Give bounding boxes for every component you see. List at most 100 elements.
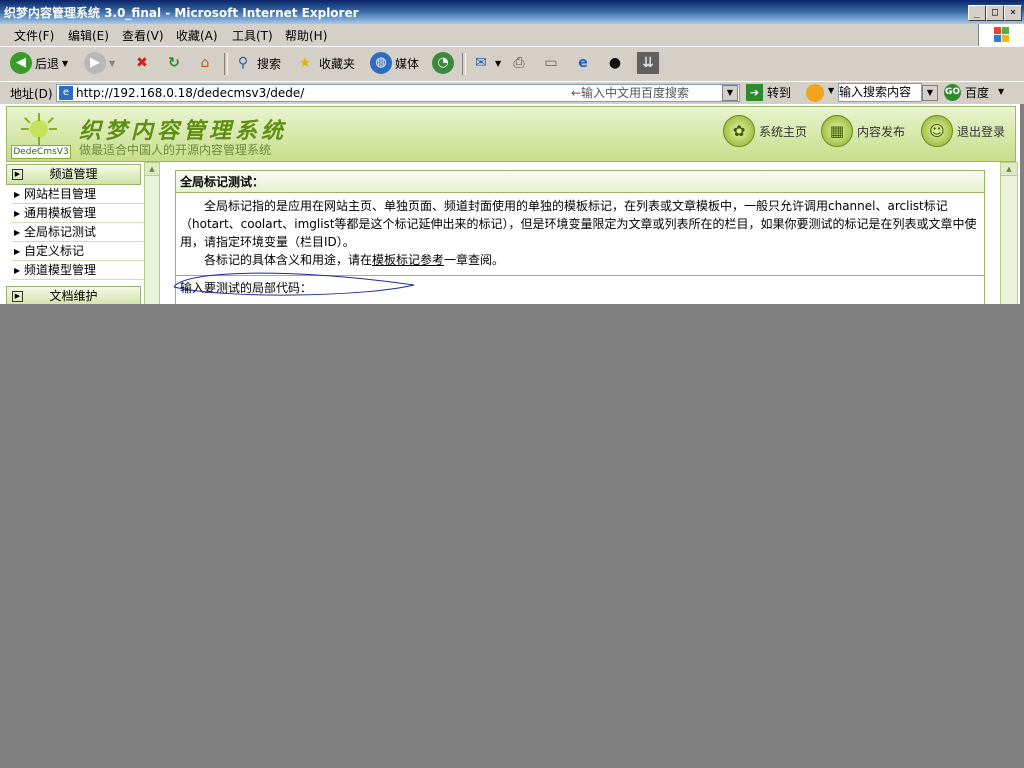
toolbar-separator [462, 53, 466, 75]
bullet-arrow-icon: ▶ [14, 266, 21, 275]
menu-tools[interactable]: 工具(T) [232, 27, 273, 44]
sidebar-item-column-manage[interactable]: ▶ 网站栏目管理 [12, 186, 148, 204]
close-button[interactable]: × [1004, 5, 1022, 21]
baidu-search-input[interactable]: 输入搜索内容 [838, 83, 922, 102]
stop-button[interactable]: ✖ [131, 51, 153, 75]
window-titlebar[interactable]: 织梦内容管理系统 3.0_final - Microsoft Internet … [0, 0, 1024, 24]
toolbar-separator [224, 53, 228, 75]
scroll-up-icon[interactable]: ▲ [145, 163, 159, 176]
bullet-arrow-icon: ▶ [14, 209, 21, 218]
bullet-arrow-icon: ▶ [14, 247, 21, 256]
menu-bar: 文件(F) 编辑(E) 查看(V) 收藏(A) 工具(T) 帮助(H) [0, 24, 1024, 47]
go-label: 转到 [767, 86, 792, 100]
home-icon: ⌂ [200, 55, 210, 71]
logo-caption: DedeCmsV3 [11, 145, 71, 159]
forward-dropdown-icon[interactable]: ▼ [109, 59, 115, 68]
printer-icon: ⎙ [513, 55, 525, 71]
search-icon: ⚲ [237, 55, 249, 71]
back-arrow-icon: ◀ [10, 52, 32, 74]
sidebar-item-tag-test[interactable]: ▶ 全局标记测试 [12, 224, 148, 242]
sidebar-section-label: 频道管理 [49, 167, 98, 181]
sidebar-item-custom-tag[interactable]: ▶ 自定义标记 [12, 243, 148, 261]
search-button[interactable]: ⚲ 搜索 [232, 51, 281, 75]
edit-button[interactable]: ▭ [540, 51, 562, 75]
penguin-icon: ● [608, 55, 622, 71]
grid-icon: ▦ [821, 115, 853, 147]
forward-arrow-icon: ▶ [84, 52, 106, 74]
forward-button[interactable]: ▶ ▼ [84, 51, 115, 75]
sidebar-item-label: 网站栏目管理 [24, 187, 97, 201]
menu-favorites[interactable]: 收藏(A) [176, 27, 218, 44]
messenger-button[interactable]: e [572, 51, 594, 75]
sidebar-section-channel[interactable]: ▶ 频道管理 [6, 164, 141, 185]
bullet-arrow-icon: ▶ [14, 190, 21, 199]
favorites-button[interactable]: ★ 收藏夹 [294, 51, 355, 75]
content-title: 全局标记测试： [176, 171, 984, 193]
favorites-label: 收藏夹 [319, 56, 356, 71]
menu-help[interactable]: 帮助(H) [285, 27, 327, 44]
go-circle-icon: GO [944, 84, 961, 101]
cms-banner: DedeCmsV3 织梦内容管理系统 做最适合中国人的开源内容管理系统 ✿ 系统… [6, 106, 1016, 162]
refresh-button[interactable]: ↻ [163, 51, 185, 75]
address-input[interactable]: e http://192.168.0.18/dedecmsv3/dede/ ←输入… [56, 84, 740, 102]
dedecms-logo: DedeCmsV3 [11, 111, 71, 159]
expand-icon[interactable]: ▶ [12, 291, 23, 302]
sidebar-scrollbar[interactable]: ▲ [144, 162, 160, 304]
sidebar-section-docs[interactable]: ▶ 文档维护 [6, 286, 141, 304]
history-button[interactable]: ◔ [432, 51, 454, 75]
baidu-toolbar-icon[interactable] [806, 84, 824, 102]
paw-icon: ✿ [723, 115, 755, 147]
nav-logout-label: 退出登录 [957, 124, 1006, 139]
baidu-menu-dropdown-icon[interactable]: ▼ [998, 87, 1004, 96]
back-button[interactable]: ◀ 后退 ▼ [10, 51, 68, 75]
print-button[interactable]: ⎙ [508, 51, 530, 75]
messenger-icon: e [578, 55, 588, 71]
nav-publish-link[interactable]: ▦ 内容发布 [821, 115, 905, 147]
page-viewport: DedeCmsV3 织梦内容管理系统 做最适合中国人的开源内容管理系统 ✿ 系统… [0, 104, 1020, 304]
scroll-up-icon[interactable]: ▲ [1001, 163, 1017, 176]
mail-button[interactable]: ✉ ▼ [470, 51, 501, 75]
address-url: http://192.168.0.18/dedecmsv3/dede/ [76, 86, 305, 100]
menu-edit[interactable]: 编辑(E) [68, 27, 109, 44]
standard-toolbar: ◀ 后退 ▼ ▶ ▼ ✖ ↻ ⌂ ⚲ 搜索 ★ 收藏夹 ◍ 媒体 ◔ ✉ ▼ ⎙… [0, 47, 1024, 82]
mail-dropdown-icon[interactable]: ▼ [495, 59, 501, 68]
media-button[interactable]: ◍ 媒体 [370, 51, 419, 75]
menu-file[interactable]: 文件(F) [14, 27, 54, 44]
media-label: 媒体 [395, 56, 420, 71]
reference-text-after: 一章查阅。 [444, 253, 505, 267]
address-dropdown-icon[interactable]: ▼ [722, 85, 738, 101]
nav-logout-link[interactable]: ☺ 退出登录 [921, 115, 1005, 147]
back-dropdown-icon[interactable]: ▼ [62, 59, 68, 68]
page-scrollbar[interactable]: ▲ [1000, 162, 1018, 304]
menu-view[interactable]: 查看(V) [122, 27, 164, 44]
address-label: 地址(D) [10, 87, 53, 101]
history-icon: ◔ [432, 52, 454, 74]
qq-button[interactable]: ● [604, 51, 626, 75]
sidebar-item-channel-model[interactable]: ▶ 频道模型管理 [12, 262, 148, 280]
sidebar-item-label: 自定义标记 [24, 244, 85, 258]
sidebar-item-template-manage[interactable]: ▶ 通用模板管理 [12, 205, 148, 223]
refresh-icon: ↻ [168, 55, 180, 71]
sun-flower-icon [21, 113, 57, 145]
sidebar-item-label: 通用模板管理 [24, 206, 97, 220]
window-title: 织梦内容管理系统 3.0_final - Microsoft Internet … [4, 6, 359, 20]
download-icon: ⇊ [637, 52, 659, 74]
expand-icon[interactable]: ▶ [12, 169, 23, 180]
bullet-arrow-icon: ▶ [14, 228, 21, 237]
baidu-dropdown-icon[interactable]: ▼ [828, 86, 834, 95]
mail-icon: ✉ [475, 55, 487, 71]
search-dropdown-icon[interactable]: ▼ [922, 85, 938, 101]
hand-drawn-annotation [173, 272, 415, 296]
go-button[interactable]: ➔ 转到 [746, 84, 791, 101]
maximize-button[interactable]: □ [986, 5, 1004, 21]
extra-button[interactable]: ⇊ [637, 51, 659, 75]
home-button[interactable]: ⌂ [194, 51, 216, 75]
windows-logo-icon [978, 24, 1024, 46]
nav-home-link[interactable]: ✿ 系统主页 [723, 115, 807, 147]
back-label: 后退 [35, 56, 60, 71]
minimize-button[interactable]: _ [968, 5, 986, 21]
description-paragraph: 全局标记指的是应用在网站主页、单独页面、频道封面使用的单独的模板标记，在列表或文… [180, 199, 977, 249]
content-description: 全局标记指的是应用在网站主页、单独页面、频道封面使用的单独的模板标记，在列表或文… [180, 197, 980, 269]
baidu-label: 百度 [965, 86, 990, 100]
baidu-go-button[interactable]: GO 百度 [944, 84, 989, 101]
